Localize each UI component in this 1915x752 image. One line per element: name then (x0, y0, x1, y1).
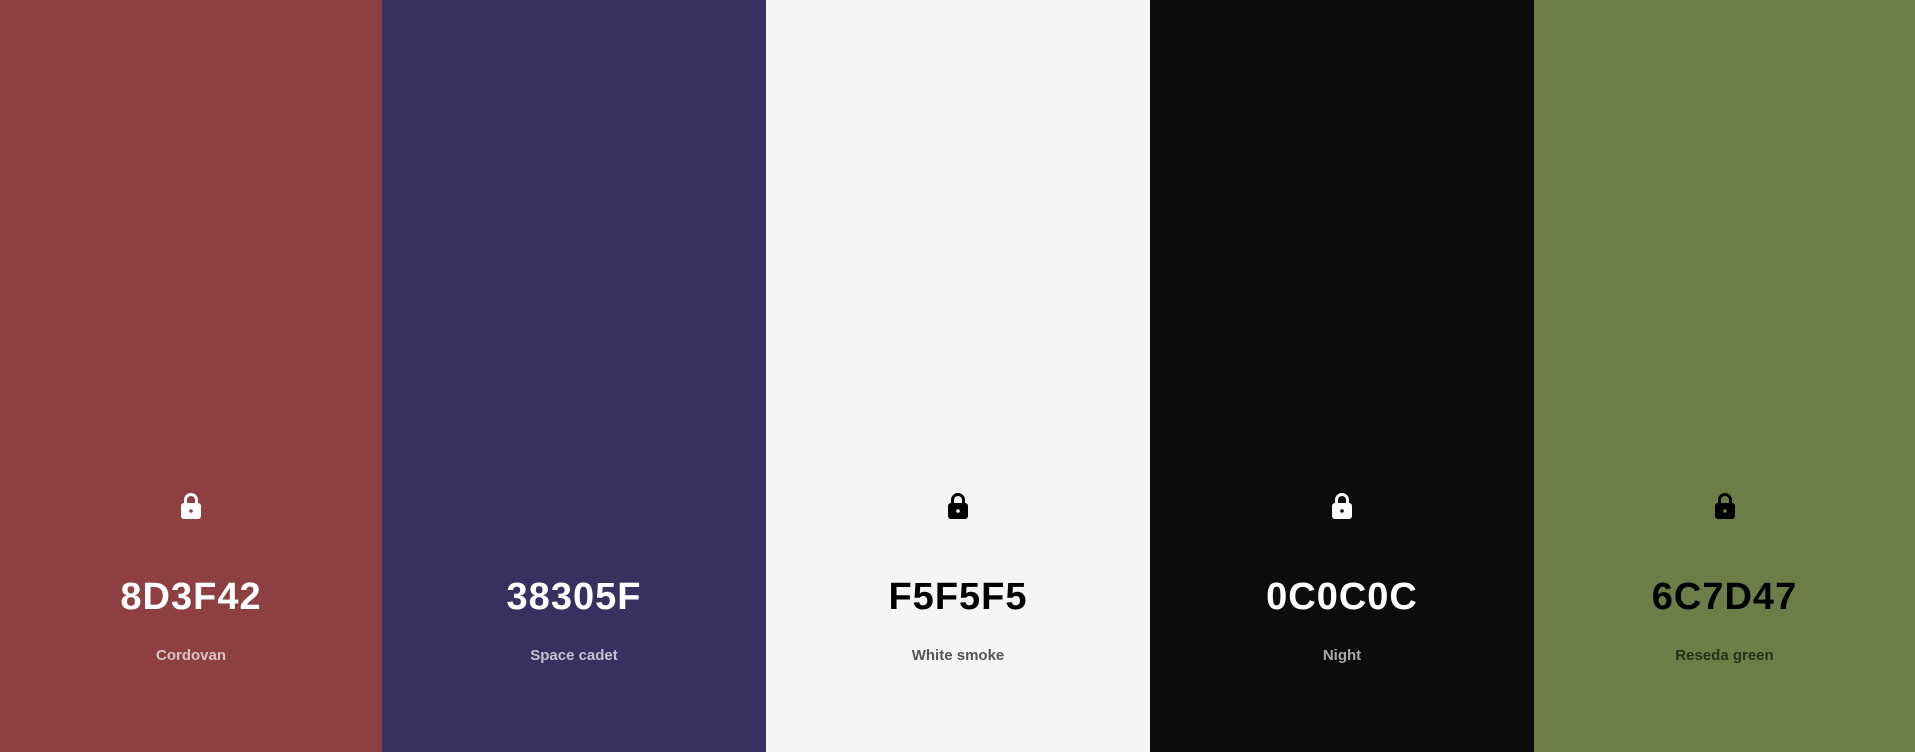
hex-code[interactable]: 6C7D47 (1534, 574, 1915, 620)
hex-code[interactable]: 8D3F42 (0, 574, 382, 620)
color-name[interactable]: Cordovan (0, 647, 382, 665)
hex-code[interactable]: F5F5F5 (766, 574, 1150, 620)
lock-icon[interactable] (1331, 492, 1353, 520)
hex-code[interactable]: 38305F (382, 574, 766, 620)
swatch-reseda-green[interactable]: 6C7D47 Reseda green (1534, 0, 1915, 752)
color-name[interactable]: Space cadet (382, 647, 766, 665)
swatch-white-smoke[interactable]: F5F5F5 White smoke (766, 0, 1150, 752)
color-palette: 8D3F42 Cordovan 38305F Space cadet F5F5F… (0, 0, 1915, 752)
swatch-night[interactable]: 0C0C0C Night (1150, 0, 1534, 752)
swatch-space-cadet[interactable]: 38305F Space cadet (382, 0, 766, 752)
color-name[interactable]: Reseda green (1534, 647, 1915, 665)
color-name[interactable]: White smoke (766, 647, 1150, 665)
lock-icon[interactable] (1714, 492, 1736, 520)
hex-code[interactable]: 0C0C0C (1150, 574, 1534, 620)
lock-icon[interactable] (180, 492, 202, 520)
lock-icon[interactable] (947, 492, 969, 520)
swatch-cordovan[interactable]: 8D3F42 Cordovan (0, 0, 382, 752)
color-name[interactable]: Night (1150, 647, 1534, 665)
